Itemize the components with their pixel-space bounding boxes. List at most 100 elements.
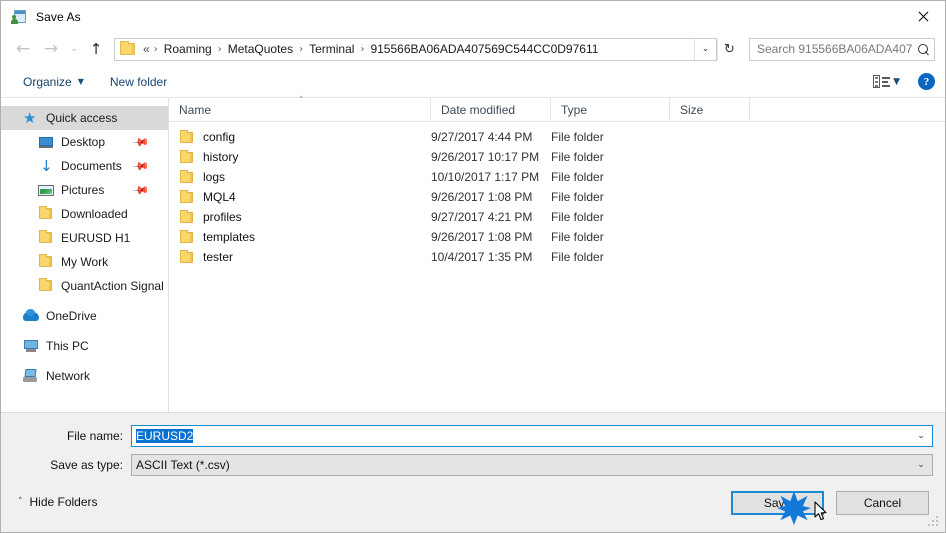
download-icon: ↓ bbox=[40, 157, 53, 175]
sidebar-item-eurusd-h1[interactable]: EURUSD H1 bbox=[1, 226, 168, 250]
breadcrumb-separator: › bbox=[153, 43, 158, 55]
file-list-pane: Name ˄ Date modified Type Size config 9/… bbox=[169, 96, 945, 412]
folder-icon bbox=[179, 130, 195, 144]
table-row[interactable]: MQL4 9/26/2017 1:08 PM File folder bbox=[169, 187, 945, 207]
pc-icon bbox=[23, 338, 39, 354]
view-layout-icon[interactable] bbox=[873, 75, 891, 88]
window-title: Save As bbox=[36, 9, 81, 24]
save-as-type-select[interactable]: ASCII Text (*.csv) ⌄ bbox=[131, 453, 933, 476]
search-input[interactable]: Search 915566BA06ADA40756... bbox=[750, 42, 912, 56]
refresh-button[interactable]: ↻ bbox=[717, 38, 741, 60]
column-header-type[interactable]: Type bbox=[551, 98, 670, 121]
table-row[interactable]: profiles 9/27/2017 4:21 PM File folder bbox=[169, 207, 945, 227]
column-header-spacer bbox=[750, 98, 945, 121]
pin-icon[interactable]: 📌 bbox=[132, 157, 151, 176]
save-as-type-label: Save as type: bbox=[50, 457, 123, 472]
view-dropdown-button[interactable]: ▼ bbox=[893, 77, 900, 87]
sidebar-item-label: Downloaded bbox=[61, 207, 128, 221]
file-type: File folder bbox=[551, 230, 604, 244]
action-buttons: Save Cancel bbox=[731, 490, 929, 515]
forward-arrow-icon: → bbox=[43, 38, 59, 59]
file-type: File folder bbox=[551, 210, 604, 224]
resize-grip[interactable] bbox=[928, 516, 940, 528]
sidebar-item-pictures[interactable]: Pictures 📌 bbox=[1, 178, 168, 202]
sidebar-item-label: My Work bbox=[61, 255, 109, 269]
back-button[interactable]: ← bbox=[9, 36, 37, 62]
column-header-date-modified[interactable]: Date modified bbox=[431, 98, 551, 121]
sidebar-item-network[interactable]: Network bbox=[1, 364, 168, 388]
file-type: File folder bbox=[551, 170, 604, 184]
column-header-size[interactable]: Size bbox=[670, 98, 750, 121]
file-name: MQL4 bbox=[203, 190, 236, 204]
star-icon: ★ bbox=[23, 109, 37, 127]
search-box[interactable]: Search 915566BA06ADA40756... bbox=[749, 37, 935, 61]
save-button[interactable]: Save bbox=[731, 490, 824, 515]
breadcrumb-item-metaquotes[interactable]: MetaQuotes bbox=[225, 41, 296, 57]
file-name-dropdown-button[interactable]: ⌄ bbox=[910, 431, 932, 441]
table-row[interactable]: config 9/27/2017 4:44 PM File folder bbox=[169, 127, 945, 147]
sidebar-item-quantaction-signal[interactable]: QuantAction Signal bbox=[1, 274, 168, 298]
organize-label: Organize bbox=[23, 74, 72, 89]
dialog-body: ★ Quick access Desktop 📌 ↓ Documents 📌 P… bbox=[1, 96, 945, 413]
breadcrumb-overflow[interactable]: « bbox=[140, 41, 151, 57]
folder-icon bbox=[179, 190, 195, 204]
forward-button[interactable]: → bbox=[37, 36, 65, 62]
column-header-name[interactable]: Name ˄ bbox=[169, 96, 431, 121]
file-name-input[interactable]: EURUSD2 ⌄ bbox=[131, 424, 933, 447]
dialog-footer: ˄ Hide Folders Save Cancel bbox=[1, 482, 945, 532]
save-as-type-dropdown-button[interactable]: ⌄ bbox=[910, 460, 932, 470]
table-row[interactable]: logs 10/10/2017 1:17 PM File folder bbox=[169, 167, 945, 187]
save-as-type-row: Save as type: ASCII Text (*.csv) ⌄ bbox=[13, 453, 933, 476]
file-name-cell: MQL4 bbox=[169, 190, 431, 204]
navigation-sidebar: ★ Quick access Desktop 📌 ↓ Documents 📌 P… bbox=[1, 98, 169, 412]
organize-button[interactable]: Organize ▼ bbox=[15, 71, 92, 93]
folder-icon bbox=[179, 230, 195, 244]
network-icon bbox=[23, 368, 39, 384]
file-name: history bbox=[203, 150, 239, 164]
help-button[interactable]: ? bbox=[918, 73, 935, 90]
folder-icon bbox=[179, 170, 195, 184]
sidebar-item-this-pc[interactable]: This PC bbox=[1, 334, 168, 358]
sidebar-item-downloaded[interactable]: Downloaded bbox=[1, 202, 168, 226]
sidebar-item-quick-access[interactable]: ★ Quick access bbox=[1, 106, 168, 130]
sidebar-item-desktop[interactable]: Desktop 📌 bbox=[1, 130, 168, 154]
sidebar-item-my-work[interactable]: My Work bbox=[1, 250, 168, 274]
save-form: File name: EURUSD2 ⌄ Save as type: ASCII… bbox=[1, 412, 945, 483]
file-name-cell: tester bbox=[169, 250, 431, 264]
close-button[interactable] bbox=[899, 1, 945, 31]
breadcrumb-separator: › bbox=[217, 43, 222, 55]
title-bar: Save As bbox=[1, 1, 945, 32]
table-row[interactable]: history 9/26/2017 10:17 PM File folder bbox=[169, 147, 945, 167]
table-row[interactable]: tester 10/4/2017 1:35 PM File folder bbox=[169, 247, 945, 267]
save-as-app-icon bbox=[11, 9, 27, 25]
folder-icon bbox=[120, 41, 136, 56]
pin-icon[interactable]: 📌 bbox=[132, 181, 151, 200]
file-name-cell: history bbox=[169, 150, 431, 164]
chevron-down-icon: ⌄ bbox=[917, 430, 925, 441]
sidebar-item-onedrive[interactable]: OneDrive bbox=[1, 304, 168, 328]
sidebar-item-label: Desktop bbox=[61, 135, 106, 149]
cancel-button[interactable]: Cancel bbox=[836, 490, 929, 515]
column-header-label: Size bbox=[680, 102, 704, 117]
new-folder-button[interactable]: New folder bbox=[102, 71, 175, 93]
column-headers: Name ˄ Date modified Type Size bbox=[169, 96, 945, 122]
table-row[interactable]: templates 9/26/2017 1:08 PM File folder bbox=[169, 227, 945, 247]
up-button[interactable]: ↑ bbox=[83, 36, 109, 62]
chevron-down-icon: ⌄ bbox=[70, 44, 78, 54]
file-name-value[interactable]: EURUSD2 bbox=[132, 428, 910, 443]
sidebar-item-documents[interactable]: ↓ Documents 📌 bbox=[1, 154, 168, 178]
cloud-icon bbox=[23, 308, 39, 324]
breadcrumb-item-terminal-id[interactable]: 915566BA06ADA407569C544CC0D97611 bbox=[367, 41, 601, 57]
sidebar-item-label: This PC bbox=[46, 339, 89, 353]
breadcrumb-item-terminal[interactable]: Terminal bbox=[306, 41, 357, 57]
breadcrumb-separator: › bbox=[360, 43, 365, 55]
breadcrumb-item-roaming[interactable]: Roaming bbox=[161, 41, 215, 57]
pin-icon[interactable]: 📌 bbox=[132, 133, 151, 152]
hide-folders-button[interactable]: ˄ Hide Folders bbox=[18, 495, 98, 509]
file-name-cell: templates bbox=[169, 230, 431, 244]
folder-icon bbox=[38, 206, 54, 222]
address-bar[interactable]: « › Roaming › MetaQuotes › Terminal › 91… bbox=[114, 37, 717, 61]
address-dropdown-button[interactable]: ⌄ bbox=[694, 38, 716, 60]
recent-locations-button[interactable]: ⌄ bbox=[65, 36, 83, 62]
folder-icon bbox=[38, 278, 54, 294]
